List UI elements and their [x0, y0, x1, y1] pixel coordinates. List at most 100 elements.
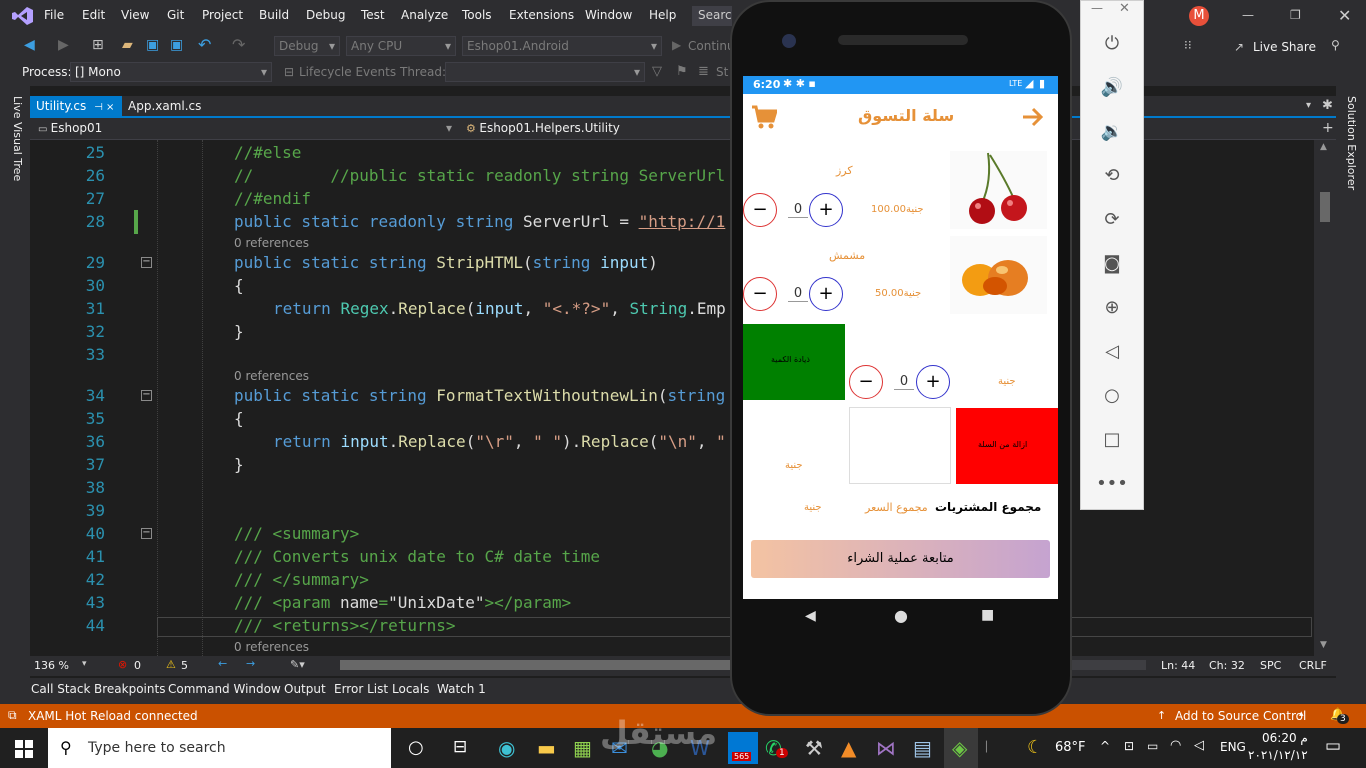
shopping-cart-icon[interactable]	[751, 104, 777, 130]
code-cleanup-icon[interactable]: ✎▾	[290, 658, 305, 671]
emulator-taskbar-button[interactable]: ◈	[944, 728, 978, 768]
add-to-source-control-button[interactable]: Add to Source Control	[1175, 709, 1306, 723]
volume-down-icon[interactable]: 🔉	[1081, 121, 1143, 142]
startup-project-dropdown[interactable]: Eshop01.Android ▾	[462, 36, 662, 56]
more-options-icon[interactable]: •••	[1081, 473, 1143, 494]
notification-center-icon[interactable]: ▭	[1325, 736, 1341, 756]
process-dropdown[interactable]: [] Mono ▾	[70, 62, 272, 82]
language-indicator[interactable]: ENG	[1220, 740, 1246, 754]
save-all-icon[interactable]: ▣	[170, 37, 183, 53]
tab-watch-1[interactable]: Watch 1	[437, 682, 486, 696]
column-indicator[interactable]: Ch: 32	[1209, 659, 1245, 672]
nav-overview-icon[interactable]: ■	[981, 607, 994, 623]
zoom-dropdown-icon[interactable]: ▾	[82, 659, 87, 669]
code-url-link[interactable]: "http://1	[639, 212, 726, 231]
decrease-quantity-button[interactable]: −	[849, 365, 883, 399]
continue-button-label[interactable]: Continu	[688, 39, 735, 53]
split-editor-icon[interactable]: +	[1322, 120, 1334, 136]
menu-git[interactable]: Git	[167, 8, 184, 22]
clock-date[interactable]: ٢٠٢١/١٢/١٢	[1248, 748, 1308, 762]
task-view-icon[interactable]: ⊟	[453, 737, 467, 757]
menu-window[interactable]: Window	[585, 8, 632, 22]
restore-window-icon[interactable]: ❐	[1290, 8, 1301, 22]
warning-count[interactable]: 5	[181, 659, 188, 672]
camera-screenshot-icon[interactable]: ◙	[1081, 253, 1143, 274]
line-ending-indicator[interactable]: CRLF	[1299, 659, 1327, 672]
menu-analyze[interactable]: Analyze	[401, 8, 448, 22]
error-count[interactable]: 0	[134, 659, 141, 672]
feedback-icon[interactable]: ⚲	[1331, 38, 1340, 52]
power-icon[interactable]: ⏻	[1081, 33, 1143, 54]
weather-moon-icon[interactable]: ☾	[1027, 737, 1043, 758]
scroll-down-icon[interactable]: ▼	[1320, 640, 1327, 650]
collapse-icon[interactable]: −	[141, 390, 152, 401]
battery-icon[interactable]: ▭	[1147, 739, 1158, 753]
thread-dropdown[interactable]: ▾	[445, 62, 645, 82]
continue-purchase-button[interactable]: متابعة عملية الشراء	[751, 540, 1050, 578]
user-avatar[interactable]: M	[1189, 6, 1209, 26]
project-scope-dropdown[interactable]: ▭ Eshop01 ▾	[34, 119, 456, 139]
emulator-minimize-icon[interactable]: —	[1091, 1, 1103, 15]
forward-icon[interactable]: ▶	[58, 37, 69, 53]
vlc-icon[interactable]: ▲	[841, 736, 856, 760]
live-share-button[interactable]: Live Share	[1253, 40, 1316, 54]
clock-time[interactable]: 06:20 م	[1262, 731, 1308, 745]
windows-start-icon[interactable]	[15, 740, 33, 758]
horizontal-scrollbar-thumb[interactable]	[340, 660, 760, 670]
next-issue-icon[interactable]: →	[246, 657, 255, 670]
overview-square-icon[interactable]: □	[1081, 429, 1143, 450]
home-circle-icon[interactable]: ○	[1081, 385, 1143, 406]
zoom-icon[interactable]: ⊕	[1081, 297, 1143, 318]
menu-debug[interactable]: Debug	[306, 8, 345, 22]
filter-icon[interactable]: ▽	[652, 64, 662, 79]
source-control-dropdown-icon[interactable]: ▴	[1299, 709, 1304, 719]
lifecycle-events-button[interactable]: Lifecycle Events	[299, 65, 396, 79]
emulator-close-icon[interactable]: ✕	[1119, 1, 1130, 16]
tab-app-xaml-cs[interactable]: App.xaml.cs	[122, 96, 207, 118]
back-triangle-icon[interactable]: ◁	[1081, 341, 1143, 362]
file-explorer-icon[interactable]: ▬	[537, 736, 556, 760]
tab-pin-close-icon[interactable]: ⊣ ×	[94, 102, 114, 113]
increase-quantity-button[interactable]: +	[809, 193, 843, 227]
wifi-icon[interactable]: ◠	[1170, 738, 1181, 753]
hot-reload-status[interactable]: XAML Hot Reload connected	[28, 709, 198, 723]
back-icon[interactable]: ◀	[24, 37, 35, 53]
line-indicator[interactable]: Ln: 44	[1161, 659, 1195, 672]
flag-icon[interactable]: ⚑	[676, 64, 688, 79]
settings-gear-icon[interactable]: ✱	[1322, 98, 1333, 113]
edge-browser-icon[interactable]: ◉	[498, 736, 515, 760]
tab-error-list[interactable]: Error List	[334, 682, 388, 696]
increase-quantity-green-button[interactable]: ذيادة الكمية	[743, 324, 845, 400]
collapse-icon[interactable]: −	[141, 257, 152, 268]
overflow-toolbar-icon[interactable]: ⁝⁝	[1184, 38, 1192, 52]
menu-edit[interactable]: Edit	[82, 8, 105, 22]
tab-command-window[interactable]: Command Window	[168, 682, 281, 696]
tab-output[interactable]: Output	[284, 682, 326, 696]
close-window-icon[interactable]: ✕	[1338, 6, 1351, 25]
live-visual-tree-tab[interactable]: Live Visual Tree	[8, 96, 24, 196]
android-studio-icon[interactable]: ▤	[913, 736, 932, 760]
menu-project[interactable]: Project	[202, 8, 243, 22]
increase-quantity-button[interactable]: +	[809, 277, 843, 311]
menu-build[interactable]: Build	[259, 8, 289, 22]
solution-explorer-tab[interactable]: Solution Explorer	[1342, 96, 1358, 206]
whitespace-indicator[interactable]: SPC	[1260, 659, 1281, 672]
minimize-window-icon[interactable]: —	[1242, 8, 1254, 22]
decrease-quantity-button[interactable]: −	[743, 277, 777, 311]
tab-list-dropdown-icon[interactable]: ▾	[1306, 100, 1311, 111]
stack-icon[interactable]: ≣	[698, 64, 709, 79]
nav-back-icon[interactable]: ◀	[805, 608, 816, 624]
new-project-icon[interactable]: ⊞	[92, 37, 104, 53]
volume-icon[interactable]: ◁	[1194, 738, 1204, 753]
solution-platform-dropdown[interactable]: Any CPU ▾	[346, 36, 456, 56]
editor-vertical-scrollbar[interactable]: ▲ ▼	[1314, 140, 1336, 656]
increase-quantity-button[interactable]: +	[916, 365, 950, 399]
volume-up-icon[interactable]: 🔊	[1081, 77, 1143, 98]
rotate-right-icon[interactable]: ⟳	[1081, 209, 1143, 230]
show-hidden-icons-icon[interactable]: ^	[1100, 739, 1110, 753]
nav-home-icon[interactable]: ●	[894, 606, 908, 625]
weather-temperature[interactable]: 68°F	[1055, 740, 1086, 755]
codelens-references[interactable]: 0 references	[234, 369, 309, 383]
live-share-icon[interactable]: ↗	[1234, 40, 1244, 54]
visual-studio-taskbar-icon[interactable]: ⋈	[876, 736, 896, 760]
